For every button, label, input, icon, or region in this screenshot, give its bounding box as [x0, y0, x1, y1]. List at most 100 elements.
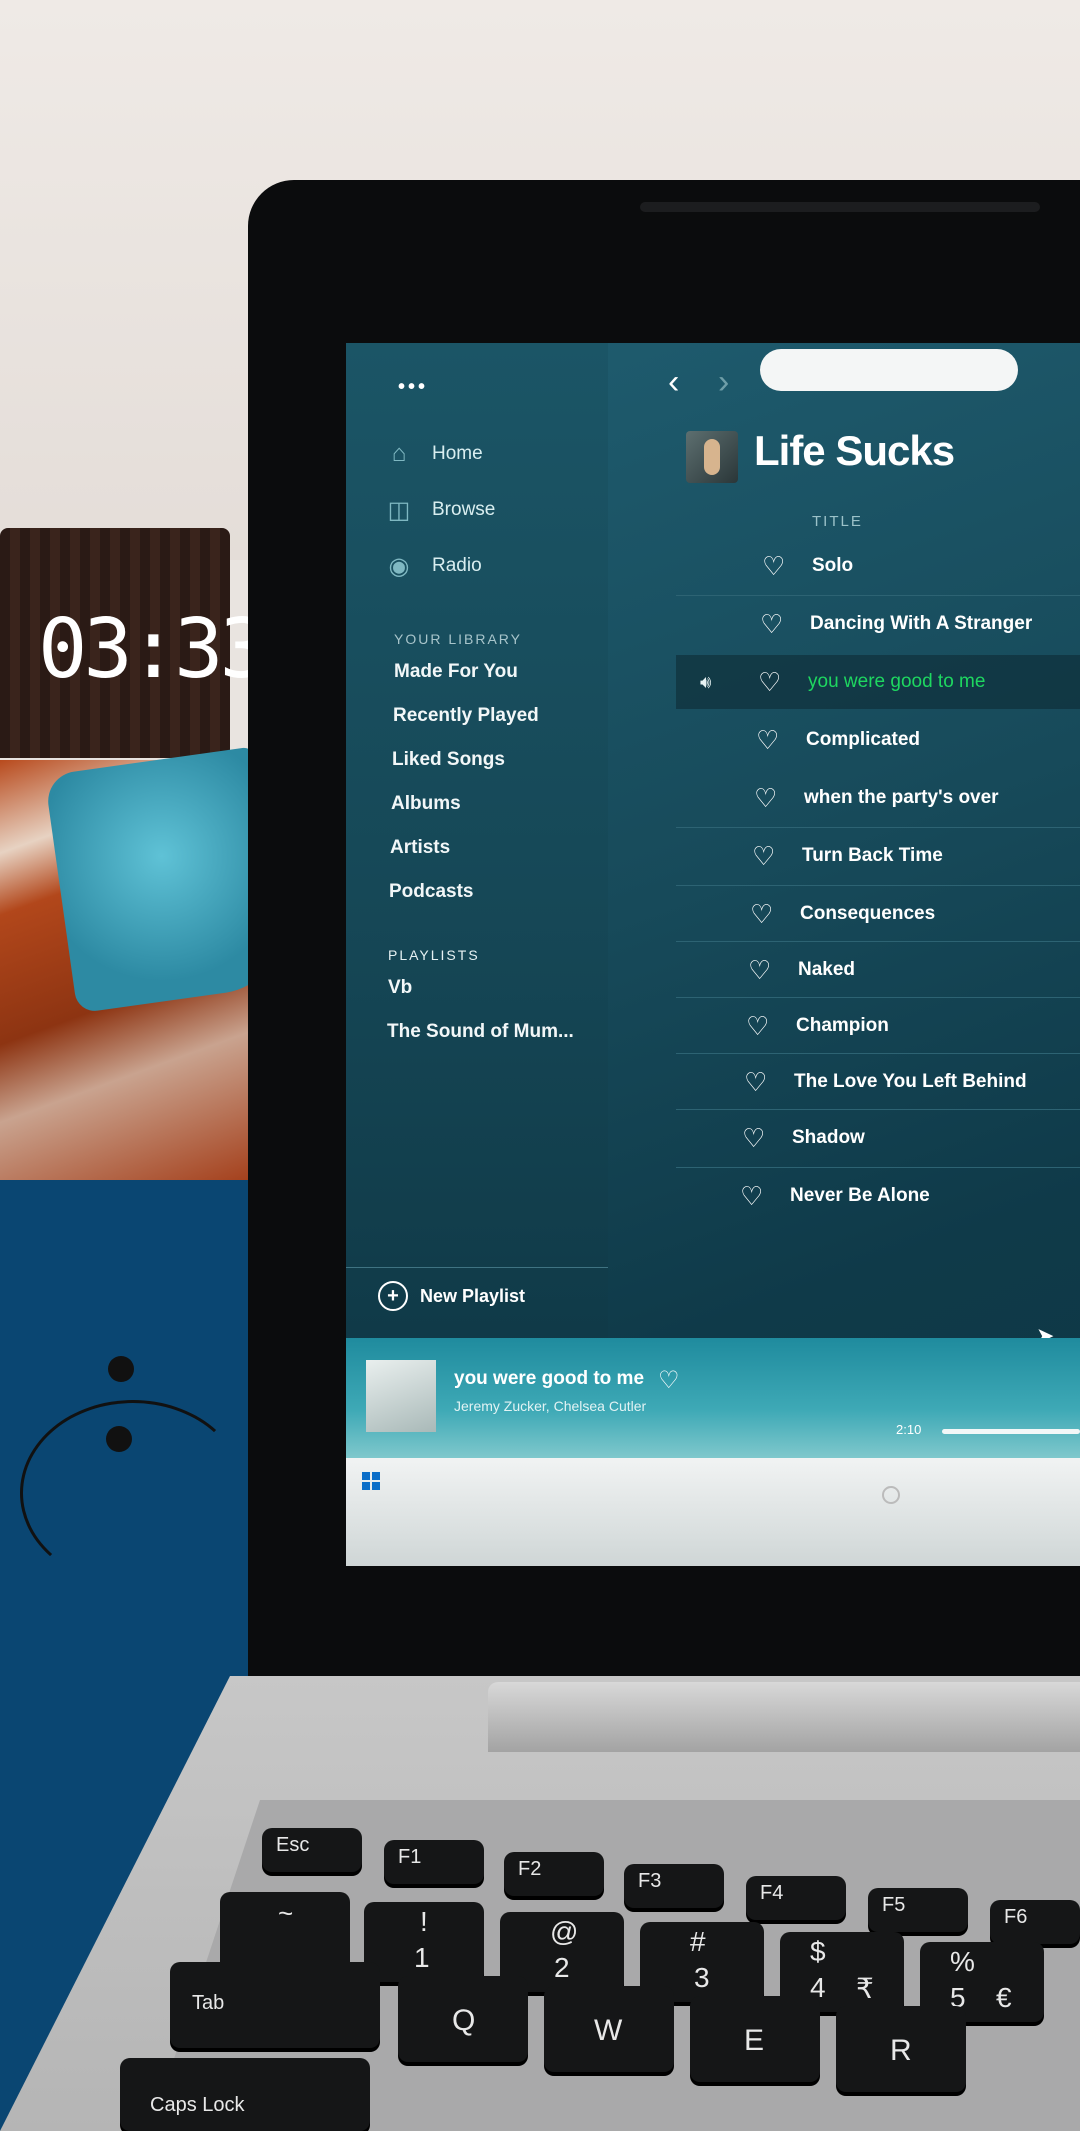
playlist-cover: [686, 431, 738, 483]
key-esc-label: Esc: [276, 1834, 310, 1856]
track-row[interactable]: ♡ Turn Back Time: [676, 829, 1080, 883]
key-w-label: W: [594, 2014, 623, 2047]
heart-icon[interactable]: ♡: [752, 841, 775, 872]
now-playing-cover[interactable]: [366, 1360, 436, 1432]
key-5-euro: €: [996, 1982, 1012, 2013]
now-playing-artist[interactable]: Jeremy Zucker, Chelsea Cutler: [454, 1398, 646, 1414]
heart-icon[interactable]: ♡: [750, 899, 773, 930]
key-caps-lock[interactable]: Caps Lock: [120, 2058, 370, 2131]
now-playing-bar: you were good to me Jeremy Zucker, Chels…: [346, 1338, 1080, 1458]
track-row[interactable]: ♡ Never Be Alone: [676, 1169, 1080, 1223]
key-e[interactable]: E: [690, 1996, 820, 2082]
track-name: Never Be Alone: [790, 1185, 930, 1206]
track-name: Dancing With A Stranger: [810, 613, 1033, 634]
key-f5-label: F5: [882, 1894, 906, 1916]
key-r[interactable]: R: [836, 2006, 966, 2092]
playlist-item-vb[interactable]: Vb: [388, 977, 412, 999]
heart-icon[interactable]: ♡: [762, 551, 785, 582]
browse-icon: ◫: [387, 496, 411, 524]
key-w[interactable]: W: [544, 1986, 674, 2072]
nav-radio[interactable]: ◉ Radio: [384, 551, 482, 581]
library-item-podcasts[interactable]: Podcasts: [389, 881, 473, 903]
key-f2-label: F2: [518, 1858, 542, 1880]
track-row[interactable]: ♡ Dancing With A Stranger: [676, 597, 1080, 651]
key-f4[interactable]: F4: [746, 1876, 846, 1920]
heart-icon[interactable]: ♡: [758, 667, 781, 698]
key-tilde-label: ~: [278, 1898, 294, 1928]
progress-bar[interactable]: [942, 1429, 1080, 1434]
key-f6[interactable]: F6: [990, 1900, 1080, 1944]
track-divider: [676, 827, 1080, 828]
nav-browse-label: Browse: [432, 499, 496, 520]
heart-icon[interactable]: ♡: [746, 1011, 769, 1042]
now-playing-title[interactable]: you were good to me: [454, 1368, 644, 1390]
nav-radio-label: Radio: [432, 555, 482, 576]
windows-start-icon[interactable]: [362, 1472, 380, 1490]
nav-home[interactable]: ⌂ Home: [384, 439, 483, 469]
key-f2[interactable]: F2: [504, 1852, 604, 1896]
windows-taskbar: [346, 1458, 1080, 1566]
new-playlist-label: New Playlist: [420, 1285, 526, 1306]
track-name: when the party's over: [804, 787, 999, 808]
key-caps-label: Caps Lock: [150, 2094, 245, 2116]
track-row-playing[interactable]: 🔊︎ ♡ you were good to me: [676, 655, 1080, 709]
key-tab-label: Tab: [192, 1992, 225, 2014]
key-tilde[interactable]: ~: [220, 1892, 350, 1972]
key-q[interactable]: Q: [398, 1976, 528, 2062]
key-3-shift: #: [690, 1926, 706, 1957]
plus-circle-icon: +: [378, 1281, 408, 1311]
track-row[interactable]: ♡ Consequences: [676, 887, 1080, 941]
search-input[interactable]: [760, 349, 1018, 391]
track-row[interactable]: ♡ The Love You Left Behind: [676, 1055, 1080, 1109]
track-name: The Love You Left Behind: [794, 1071, 1027, 1092]
heart-icon[interactable]: ♡: [748, 955, 771, 986]
menu-dots-button[interactable]: •••: [398, 376, 428, 399]
track-name: you were good to me: [808, 671, 986, 692]
key-f3[interactable]: F3: [624, 1864, 724, 1908]
nav-browse[interactable]: ◫ Browse: [384, 495, 496, 525]
track-name: Champion: [796, 1015, 889, 1036]
story-time-overlay: 03:33: [38, 602, 269, 697]
track-row[interactable]: ♡ when the party's over: [676, 771, 1080, 825]
track-name: Complicated: [806, 729, 921, 750]
back-button[interactable]: ‹: [668, 363, 679, 402]
track-divider: [676, 997, 1080, 998]
track-row[interactable]: ♡ Shadow: [676, 1111, 1080, 1165]
heart-icon[interactable]: ♡: [740, 1181, 763, 1212]
track-divider: [676, 941, 1080, 942]
earphone-cable: [20, 1400, 246, 1586]
key-f1[interactable]: F1: [384, 1840, 484, 1884]
track-divider: [676, 1109, 1080, 1110]
track-row[interactable]: ♡ Naked: [676, 943, 1080, 997]
key-f5[interactable]: F5: [868, 1888, 968, 1932]
heart-icon[interactable]: ♡: [742, 1123, 765, 1154]
playlist-item-sound-of-mum[interactable]: The Sound of Mum...: [387, 1021, 574, 1043]
heart-icon[interactable]: ♡: [760, 609, 783, 640]
heart-icon[interactable]: ♡: [744, 1067, 767, 1098]
key-esc[interactable]: Esc: [262, 1828, 362, 1872]
new-playlist-button[interactable]: + New Playlist: [378, 1281, 525, 1311]
key-1[interactable]: ! 1: [364, 1902, 484, 1982]
key-tab[interactable]: Tab: [170, 1962, 380, 2048]
library-item-recently-played[interactable]: Recently Played: [393, 705, 539, 727]
key-4-shift: $: [810, 1936, 826, 1967]
key-f4-label: F4: [760, 1882, 784, 1904]
key-f1-label: F1: [398, 1846, 422, 1868]
speaker-icon: 🔊︎: [700, 671, 712, 692]
earbud: [106, 1426, 132, 1452]
track-row[interactable]: ♡ Solo: [676, 539, 1080, 593]
heart-icon[interactable]: ♡: [754, 783, 777, 814]
heart-icon[interactable]: ♡: [756, 725, 779, 756]
key-q-label: Q: [452, 2004, 476, 2037]
library-item-made-for-you[interactable]: Made For You: [394, 661, 518, 683]
forward-button[interactable]: ›: [718, 363, 729, 402]
column-header-title[interactable]: TITLE: [812, 513, 863, 530]
track-row[interactable]: ♡ Champion: [676, 999, 1080, 1053]
track-name: Naked: [798, 959, 856, 980]
heart-icon[interactable]: ♡: [658, 1366, 680, 1395]
library-item-albums[interactable]: Albums: [391, 793, 461, 815]
library-item-artists[interactable]: Artists: [390, 837, 450, 859]
track-row[interactable]: ♡ Complicated: [676, 713, 1080, 767]
library-item-liked-songs[interactable]: Liked Songs: [392, 749, 505, 771]
key-5-shift: %: [950, 1946, 975, 1977]
